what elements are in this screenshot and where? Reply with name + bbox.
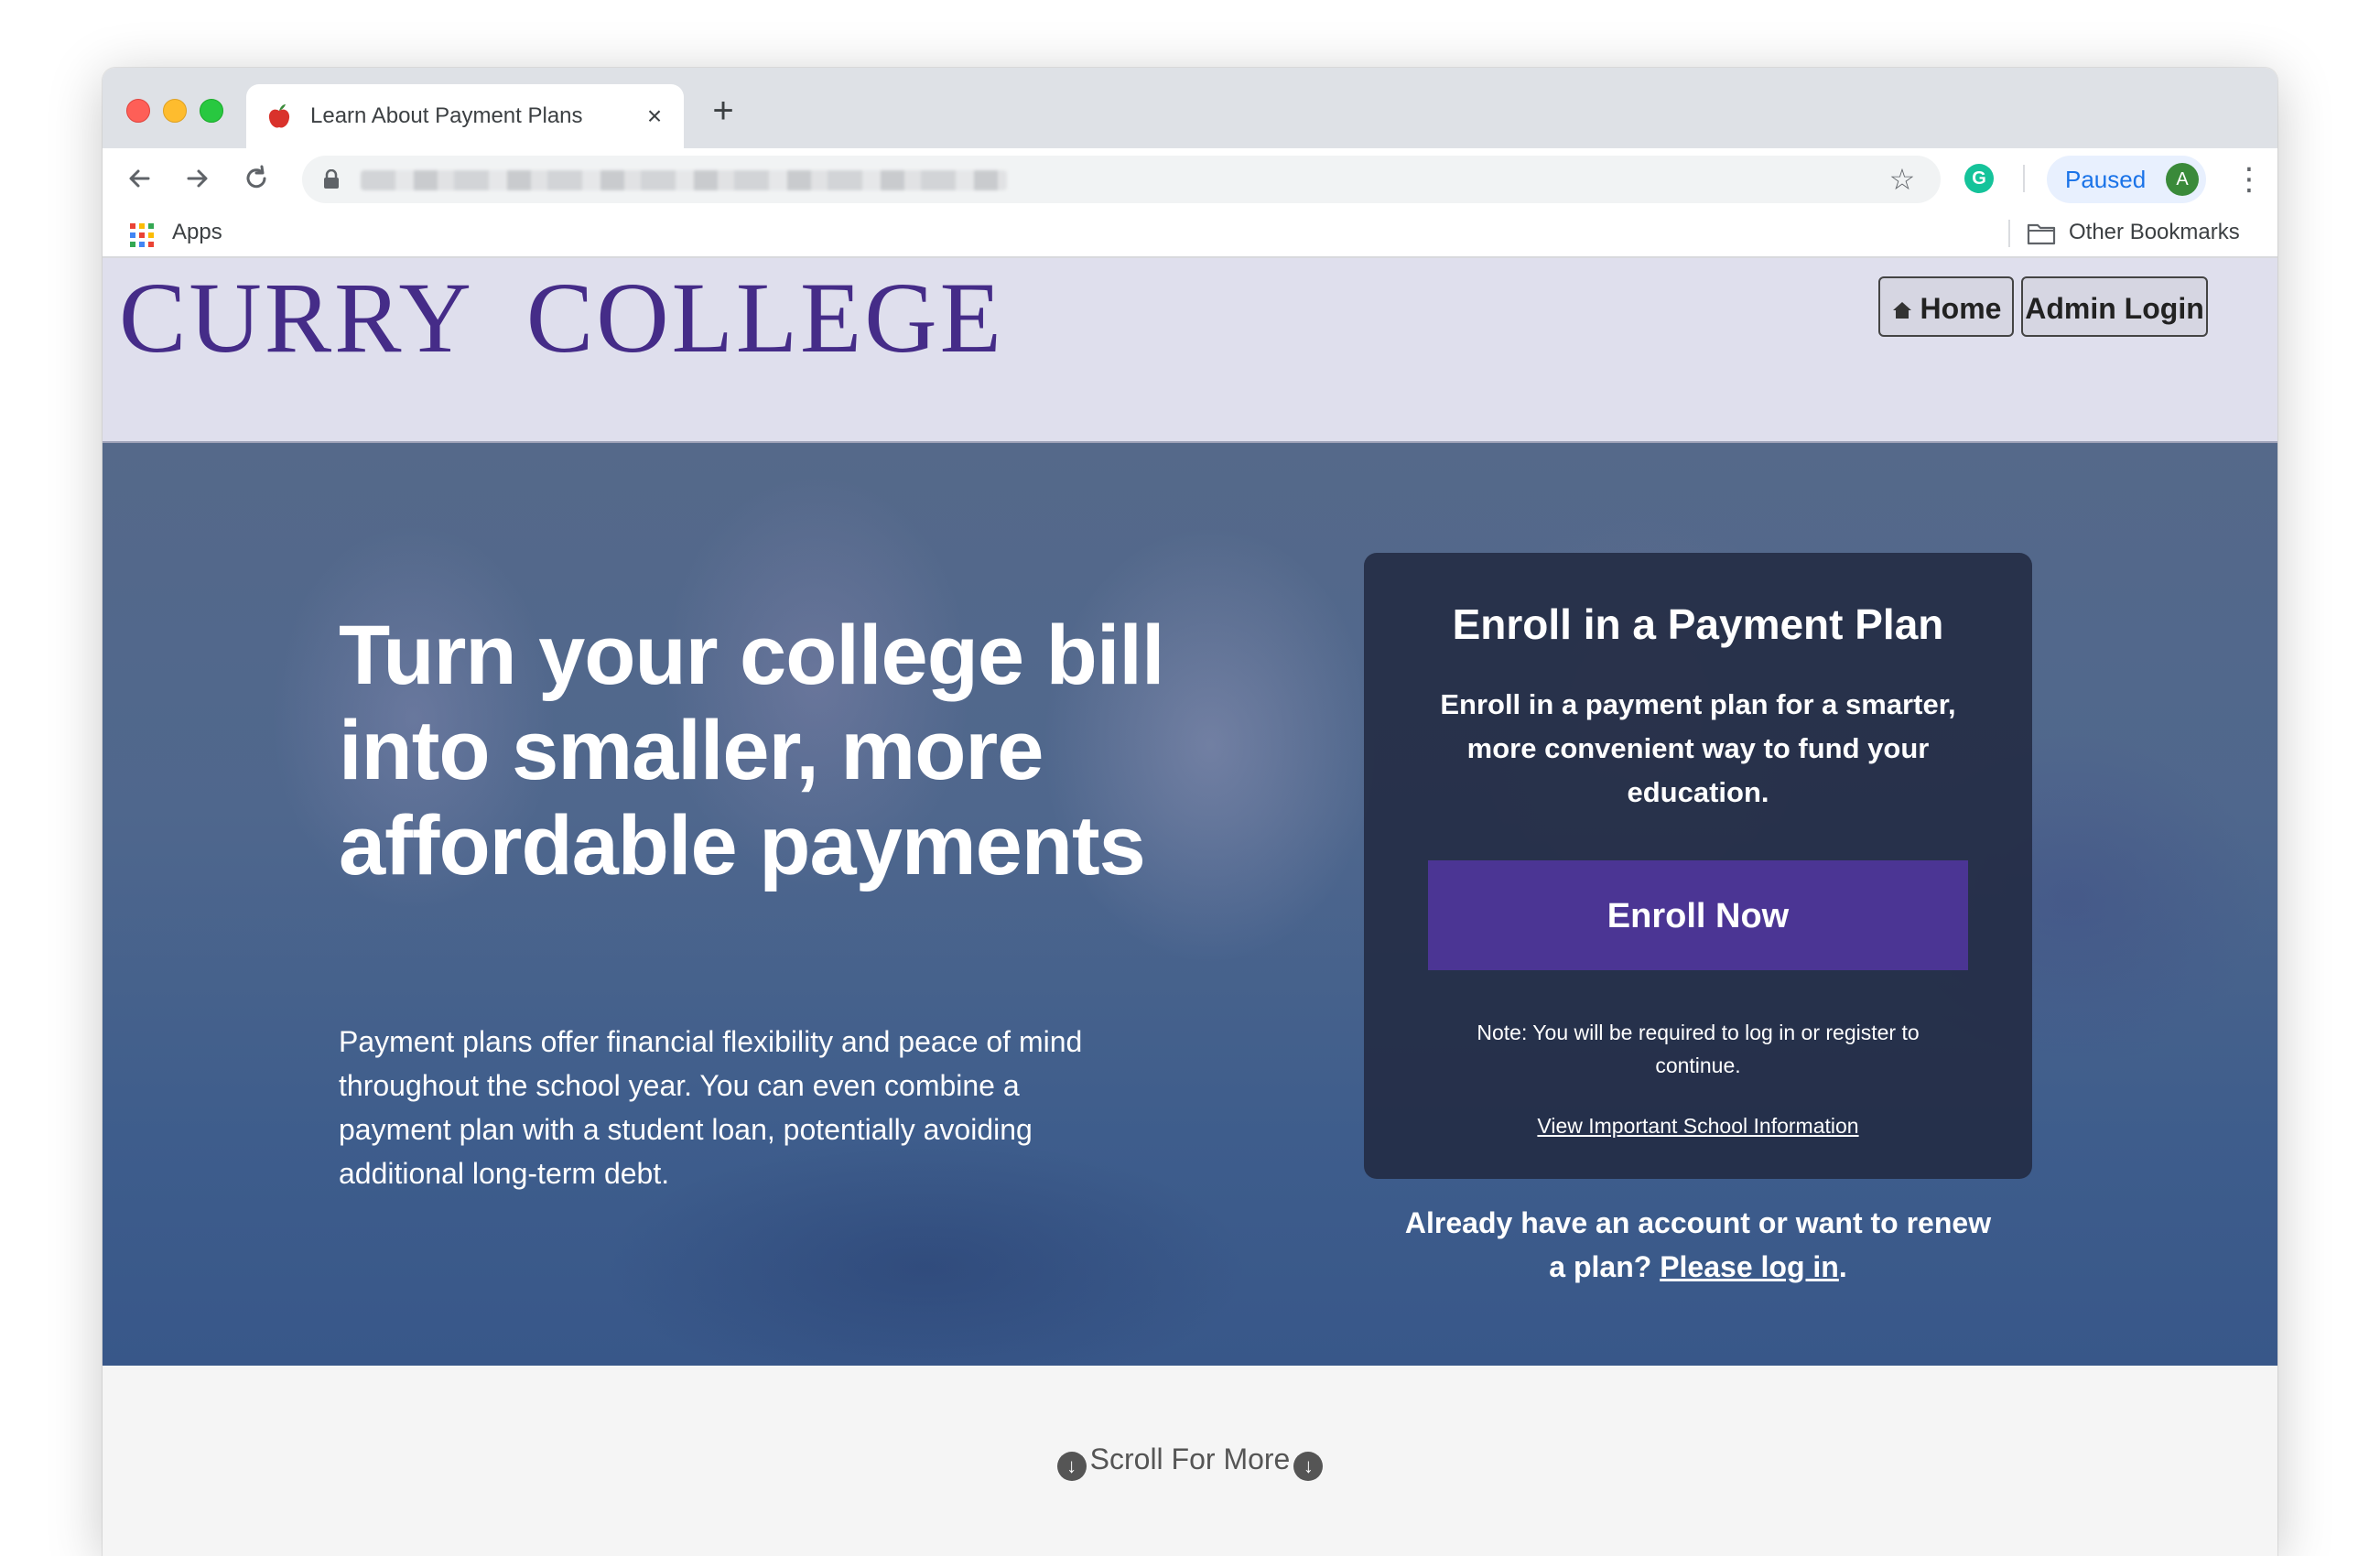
profile-status: Paused xyxy=(2065,166,2147,193)
tab-title: Learn About Payment Plans xyxy=(310,103,583,128)
grammarly-extension-icon[interactable]: G xyxy=(1964,164,1994,193)
apps-bookmark[interactable]: Apps xyxy=(172,209,222,256)
close-window-button[interactable] xyxy=(126,99,150,123)
home-button[interactable]: Home xyxy=(1878,276,2014,337)
enroll-card-title: Enroll in a Payment Plan xyxy=(1452,600,1944,648)
folder-icon xyxy=(2027,223,2056,245)
tab-strip: Learn About Payment Plans × + xyxy=(103,68,2277,148)
lock-icon xyxy=(324,169,339,189)
login-required-note: Note: You will be required to log in or … xyxy=(1477,1021,1920,1077)
login-prompt: Already have an account or want to renew… xyxy=(1402,1201,1994,1289)
address-bar[interactable]: ☆ xyxy=(302,156,1941,203)
admin-login-button[interactable]: Admin Login xyxy=(2021,276,2208,337)
school-info-link[interactable]: View Important School Information xyxy=(1364,1111,2032,1140)
bookmarks-divider xyxy=(2008,220,2010,247)
hero-body-text: Payment plans offer financial flexibilit… xyxy=(339,1025,1083,1190)
browser-toolbar: ☆ G Paused A ⋮ xyxy=(103,148,2277,209)
forward-arrow-icon[interactable] xyxy=(179,160,216,197)
back-arrow-icon[interactable] xyxy=(121,160,157,197)
apps-grid-icon[interactable] xyxy=(128,222,156,249)
profile-button[interactable]: Paused A xyxy=(2047,156,2206,203)
other-bookmarks[interactable]: Other Bookmarks xyxy=(2069,209,2240,256)
new-tab-icon[interactable]: + xyxy=(707,92,740,129)
browser-window: Learn About Payment Plans × + ☆ G Paused xyxy=(103,68,2277,1556)
tab-close-icon[interactable]: × xyxy=(642,103,667,129)
tab-payment-plans[interactable]: Learn About Payment Plans × xyxy=(246,84,684,148)
enroll-card-subtitle: Enroll in a payment plan for a smarter, … xyxy=(1440,688,1956,808)
login-prompt-period: . xyxy=(1838,1250,1847,1283)
enroll-card: Enroll in a Payment Plan Enroll in a pay… xyxy=(1364,553,2032,1179)
maximize-window-button[interactable] xyxy=(200,99,223,123)
bookmark-star-icon[interactable]: ☆ xyxy=(1888,165,1917,194)
page-content: CURRY COLLEGE Home Admin Login Turn your… xyxy=(103,258,2277,1556)
minimize-window-button[interactable] xyxy=(163,99,187,123)
kebab-menu-icon[interactable]: ⋮ xyxy=(2234,161,2265,198)
curry-college-logo[interactable]: CURRY COLLEGE xyxy=(119,267,1004,368)
bookmarks-bar: Apps Other Bookmarks xyxy=(103,209,2277,258)
arrow-down-circle-icon: ↓ xyxy=(1056,1452,1087,1481)
reload-icon[interactable] xyxy=(238,160,275,197)
home-icon xyxy=(1892,302,1911,319)
site-header: CURRY COLLEGE Home Admin Login xyxy=(103,258,2277,443)
blurred-url xyxy=(361,170,1007,190)
hero-section: Turn your college bill into smaller, mor… xyxy=(103,443,2277,1366)
scroll-label: Scroll For More xyxy=(1089,1443,1291,1475)
hero-headline: Turn your college bill into smaller, mor… xyxy=(339,609,1165,892)
arrow-down-circle-icon: ↓ xyxy=(1293,1452,1324,1481)
toolbar-divider xyxy=(2023,165,2025,192)
please-log-in-link[interactable]: Please log in xyxy=(1660,1250,1839,1283)
avatar: A xyxy=(2166,163,2199,196)
enroll-now-button[interactable]: Enroll Now xyxy=(1428,860,1968,970)
scroll-for-more[interactable]: ↓ Scroll For More ↓ xyxy=(103,1439,2277,1481)
home-label: Home xyxy=(1920,292,2002,325)
apple-favicon-icon xyxy=(268,104,290,128)
